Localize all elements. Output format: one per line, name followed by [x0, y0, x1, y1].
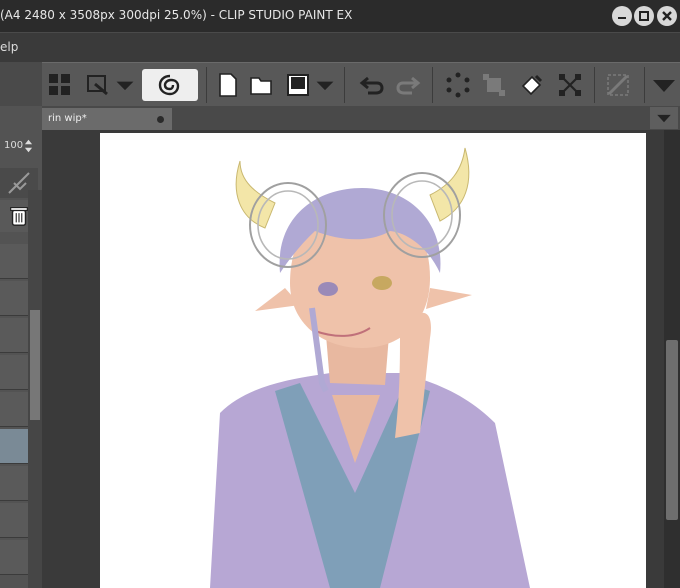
undo-icon: [359, 76, 384, 95]
crop-button[interactable]: [478, 69, 510, 101]
title-bar: (A4 2480 x 3508px 300dpi 25.0%) - CLIP S…: [0, 0, 680, 32]
save-button[interactable]: [282, 69, 314, 101]
layer-row[interactable]: [0, 503, 28, 538]
dots-selection-icon: [446, 72, 470, 98]
spin-arrows-icon[interactable]: [24, 138, 33, 154]
layer-row[interactable]: [0, 244, 28, 279]
minimize-button[interactable]: [612, 6, 632, 26]
snap-button[interactable]: [602, 69, 634, 101]
grid-layout-icon: [49, 74, 70, 95]
scroll-thumb[interactable]: [30, 310, 40, 420]
window-title: (A4 2480 x 3508px 300dpi 25.0%) - CLIP S…: [0, 8, 353, 22]
layer-row[interactable]: [0, 318, 28, 353]
undo-button[interactable]: [356, 69, 388, 101]
layer-row[interactable]: [0, 466, 28, 501]
tab-rin-wip[interactable]: rin wip*: [42, 108, 172, 130]
fill-button[interactable]: [516, 69, 548, 101]
toolbar-menu-button[interactable]: [648, 69, 680, 101]
opacity-value[interactable]: 100: [4, 140, 23, 151]
canvas-tab-bar: rin wip*: [42, 106, 680, 130]
clear-selection-button[interactable]: [442, 69, 474, 101]
open-file-button[interactable]: [246, 69, 278, 101]
redo-button[interactable]: [392, 69, 424, 101]
layout-button[interactable]: [44, 69, 76, 101]
toolbar-separator: [432, 67, 433, 103]
redo-icon: [396, 76, 421, 95]
minimize-icon: [618, 17, 626, 19]
maximize-icon: [639, 11, 649, 21]
layer-row-selected[interactable]: [0, 429, 28, 464]
layer-row[interactable]: [0, 540, 28, 575]
menu-item-help[interactable]: elp: [0, 40, 18, 54]
snap-ruler-icon: [607, 74, 629, 96]
scroll-thumb[interactable]: [666, 340, 678, 520]
unsaved-dot-icon[interactable]: [157, 116, 164, 123]
maximize-button[interactable]: [634, 6, 654, 26]
character-illustration: [210, 147, 530, 588]
chevron-down-icon: [657, 114, 671, 123]
toolbar-left-spacer: [0, 62, 42, 107]
command-bar: [42, 62, 680, 108]
transform-tool-button[interactable]: [82, 69, 114, 101]
chevron-down-icon: [116, 81, 134, 91]
save-dropdown-button[interactable]: [314, 69, 336, 101]
save-icon: [287, 74, 309, 96]
layer-row[interactable]: [0, 392, 28, 427]
free-transform-button[interactable]: [554, 69, 586, 101]
transform-handles-icon: [559, 74, 581, 96]
bucket-icon: [521, 74, 543, 96]
close-icon: [662, 11, 672, 21]
transform-dropdown-button[interactable]: [114, 69, 136, 101]
chevron-down-icon: [653, 80, 675, 92]
layer-scrollbar[interactable]: [28, 190, 42, 588]
menu-bar: elp: [0, 32, 680, 63]
transform-icon: [87, 75, 108, 96]
layer-row[interactable]: [0, 355, 28, 390]
layer-row[interactable]: [0, 281, 28, 316]
chevron-down-icon: [316, 81, 334, 91]
tab-menu-button[interactable]: [650, 107, 678, 129]
drawing-canvas[interactable]: [100, 133, 646, 588]
close-button[interactable]: [657, 6, 677, 26]
folder-open-icon: [250, 77, 272, 95]
new-file-icon: [219, 73, 237, 97]
new-file-button[interactable]: [212, 69, 244, 101]
clip-studio-button[interactable]: [142, 69, 198, 101]
swirl-logo-icon: [158, 74, 180, 96]
toolbar-separator: [644, 67, 645, 103]
crop-icon: [483, 74, 505, 96]
canvas-scrollbar[interactable]: [664, 130, 680, 588]
tab-label: rin wip*: [48, 113, 87, 124]
toolbar-separator: [344, 67, 345, 103]
toolbar-separator: [594, 67, 595, 103]
toolbar-separator: [206, 67, 207, 103]
